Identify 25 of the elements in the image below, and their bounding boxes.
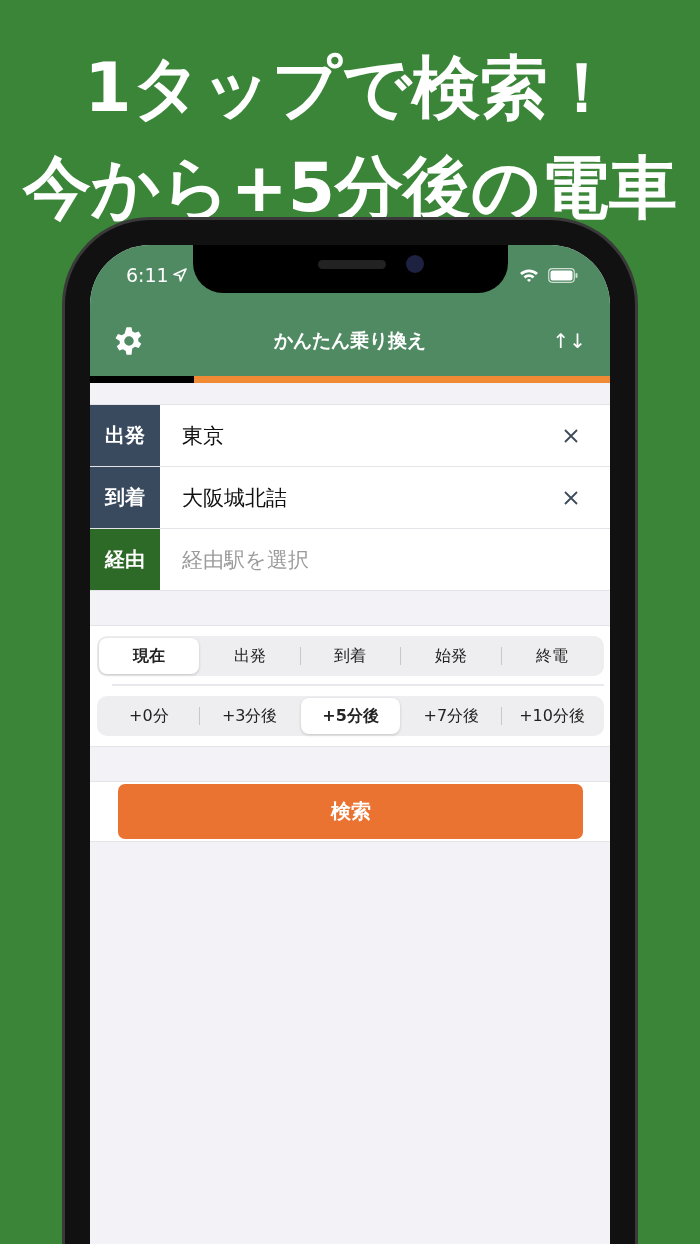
wifi-icon xyxy=(519,267,539,283)
segment-tab[interactable]: 到着 xyxy=(300,638,401,674)
location-arrow-icon xyxy=(172,268,187,282)
segment-tab[interactable]: 現在 xyxy=(99,638,199,674)
segment-tab[interactable]: 終電 xyxy=(502,638,602,674)
station-label: 到着 xyxy=(90,467,160,528)
segment-tab[interactable]: +5分後 xyxy=(300,698,401,734)
status-time: 6:11 xyxy=(126,264,169,286)
swap-button[interactable]: ↑↓ xyxy=(552,328,586,353)
station-field[interactable]: 大阪城北詰 xyxy=(160,483,563,512)
segment-tab[interactable]: 始発 xyxy=(401,638,502,674)
station-label: 経由 xyxy=(90,529,160,590)
segment-tab[interactable]: +3分後 xyxy=(199,698,300,734)
station-label: 出発 xyxy=(90,405,160,466)
battery-icon xyxy=(548,267,578,283)
segment-tab[interactable]: +10分後 xyxy=(502,698,602,734)
settings-icon[interactable] xyxy=(114,325,144,356)
close-icon[interactable] xyxy=(563,489,579,506)
app-title: かんたん乗り換え xyxy=(274,327,426,353)
headline: 1タップで検索！ xyxy=(84,47,616,129)
segment-tab[interactable]: +0分 xyxy=(99,698,199,734)
segment-tab[interactable]: +7分後 xyxy=(401,698,502,734)
station-field[interactable]: 東京 xyxy=(160,421,563,450)
close-icon[interactable] xyxy=(563,427,579,444)
segment-tab[interactable]: 出発 xyxy=(199,638,300,674)
